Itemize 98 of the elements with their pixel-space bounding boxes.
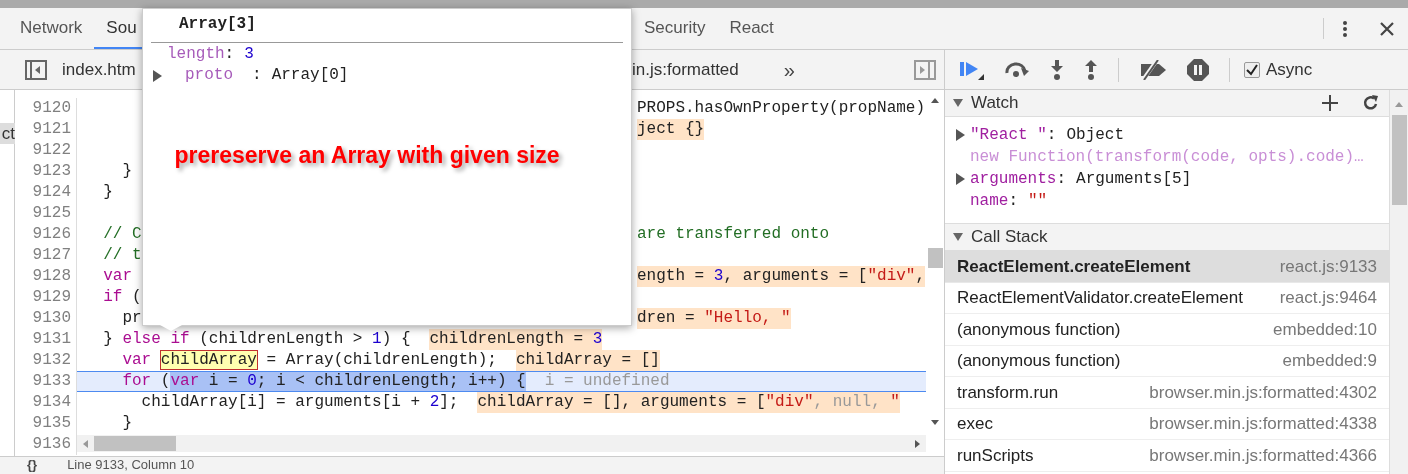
expand-caret-icon[interactable] bbox=[953, 233, 963, 241]
file-tab[interactable]: index.htm bbox=[62, 56, 136, 83]
step-into-icon[interactable] bbox=[1050, 59, 1064, 80]
watch-expression: new Function(transform(code, opts).code)… bbox=[970, 147, 1364, 168]
call-stack-frame[interactable]: ReactElement.createElement react.js:9133 bbox=[945, 251, 1389, 283]
function-name: (anonymous function) bbox=[957, 318, 1121, 341]
line-number: 9122 bbox=[32, 141, 71, 159]
scroll-right-icon[interactable] bbox=[915, 439, 920, 448]
highlighted-token: childArray bbox=[160, 351, 257, 369]
scrollbar-thumb[interactable] bbox=[927, 248, 943, 268]
line-number: 9124 bbox=[32, 183, 71, 201]
line-number: 9125 bbox=[32, 204, 71, 222]
code-line: if ( bbox=[102, 287, 142, 308]
section-title[interactable]: Call Stack bbox=[971, 224, 1048, 250]
line-number: 9133 bbox=[32, 372, 71, 390]
line-number: 9136 bbox=[32, 435, 71, 453]
navigator-item[interactable]: ct bbox=[0, 123, 15, 144]
line-number: 9130 bbox=[32, 309, 71, 327]
line-number: 9126 bbox=[32, 225, 71, 243]
line-number: 9120 bbox=[32, 99, 71, 117]
function-name: exec bbox=[957, 413, 993, 435]
file-tab[interactable]: in.js:formatted bbox=[632, 56, 739, 83]
code-line: for ( bbox=[121, 372, 171, 391]
code-line: childArray[i] = arguments[i + 2]; bbox=[140, 392, 459, 413]
step-out-icon[interactable] bbox=[1084, 59, 1098, 80]
panel-tab[interactable]: Security bbox=[632, 8, 718, 49]
inline-value: childArray = [], arguments = ["div", null, " bbox=[477, 392, 900, 413]
inline-value: i = undefined bbox=[544, 372, 670, 391]
inline-value: ject {} bbox=[637, 119, 705, 140]
expand-triangle-icon[interactable] bbox=[956, 173, 965, 185]
scrollbar-thumb[interactable] bbox=[1391, 115, 1407, 205]
line-number: 9134 bbox=[32, 393, 71, 411]
code-line: } bbox=[102, 182, 113, 203]
debugger-toggle-icon[interactable] bbox=[914, 59, 936, 80]
annotation-text: prereserve an Array with given size bbox=[174, 141, 560, 170]
code-line: PROPS.hasOwnProperty(propName) bbox=[637, 98, 926, 119]
property-row: length: 3 bbox=[167, 44, 254, 65]
line-number: 9131 bbox=[32, 330, 71, 348]
resume-icon[interactable] bbox=[960, 59, 984, 80]
scroll-up-icon[interactable] bbox=[931, 98, 939, 103]
panel-tab[interactable]: React bbox=[717, 8, 786, 49]
expand-triangle-icon[interactable] bbox=[153, 69, 162, 82]
property-row-text: proto : Array[0] bbox=[184, 65, 349, 86]
function-name: transform.run bbox=[957, 381, 1059, 404]
code-line: // C bbox=[102, 224, 142, 245]
navigator-toggle-icon[interactable] bbox=[25, 59, 47, 80]
code-line: pr bbox=[121, 308, 142, 329]
step-over-icon[interactable] bbox=[1004, 61, 1030, 78]
code-line: // t bbox=[102, 245, 142, 266]
function-name: ReactElement.createElement bbox=[957, 255, 1191, 278]
inline-value: dren = "Hello, " bbox=[637, 308, 791, 329]
source-location[interactable]: browser.min.js:formatted:4366 bbox=[1149, 442, 1377, 468]
horizontal-scrollbar[interactable] bbox=[77, 435, 926, 452]
source-location[interactable]: embedded:10 bbox=[1273, 316, 1377, 342]
source-location[interactable]: browser.min.js:formatted:4338 bbox=[1149, 411, 1377, 437]
inline-value: childArray = [] bbox=[515, 350, 660, 371]
code-line: var childArray = Array(childrenLength); bbox=[121, 350, 497, 371]
line-number: 9129 bbox=[32, 288, 71, 306]
source-location[interactable]: react.js:9464 bbox=[1279, 285, 1377, 311]
vertical-scrollbar[interactable] bbox=[1389, 90, 1408, 474]
watch-entry[interactable]: arguments: Arguments[5] bbox=[970, 168, 1192, 190]
code-line: are transferred onto bbox=[637, 224, 830, 245]
add-icon[interactable] bbox=[1322, 95, 1338, 111]
function-name: runScripts bbox=[957, 444, 1034, 467]
line-number: 9128 bbox=[32, 267, 71, 285]
more-tabs-button[interactable]: » bbox=[783, 54, 795, 85]
expand-triangle-icon[interactable] bbox=[956, 129, 965, 141]
code-line: } bbox=[121, 413, 132, 434]
watch-entry[interactable]: "React ": Object bbox=[970, 124, 1125, 146]
deactivate-breakpoints-icon[interactable] bbox=[1139, 59, 1167, 80]
line-number: 9132 bbox=[32, 351, 71, 369]
popover-title: Array[3] bbox=[151, 9, 623, 43]
line-number: 9121 bbox=[32, 120, 71, 138]
selected-code: var i = 0; i < childrenLength; i++) { bbox=[170, 372, 526, 391]
async-checkbox[interactable] bbox=[1244, 61, 1260, 78]
line-number: 9127 bbox=[32, 246, 71, 264]
code-line: } bbox=[121, 161, 132, 182]
watch-entry: name: "" bbox=[970, 191, 1048, 212]
line-number: 9123 bbox=[32, 162, 71, 180]
refresh-icon[interactable] bbox=[1363, 95, 1379, 111]
section-title[interactable]: Watch bbox=[971, 90, 1019, 116]
scroll-down-icon[interactable] bbox=[931, 420, 939, 425]
inline-value: childrenLength = 3 bbox=[429, 329, 603, 350]
source-location[interactable]: browser.min.js:formatted:4302 bbox=[1149, 379, 1377, 405]
expand-caret-icon[interactable] bbox=[953, 99, 963, 107]
scrollbar-thumb[interactable] bbox=[94, 436, 176, 451]
panel-tab[interactable]: Network bbox=[8, 8, 95, 49]
pause-on-exceptions-icon[interactable] bbox=[1187, 58, 1209, 81]
code-line: var bbox=[102, 266, 132, 287]
function-name: ReactElementValidator.createElement bbox=[957, 287, 1243, 309]
line-number: 9135 bbox=[32, 414, 71, 432]
cursor-position: Line 9133, Column 10 bbox=[67, 458, 195, 472]
inline-value: ength = 3, arguments = ["div", bbox=[637, 266, 926, 287]
function-name: (anonymous function) bbox=[957, 350, 1121, 372]
code-line: } else if (childrenLength > 1) { bbox=[102, 329, 411, 350]
async-label: Async bbox=[1266, 58, 1313, 81]
source-location[interactable]: embedded:9 bbox=[1282, 348, 1377, 374]
pretty-print-button[interactable]: {} bbox=[27, 458, 38, 472]
